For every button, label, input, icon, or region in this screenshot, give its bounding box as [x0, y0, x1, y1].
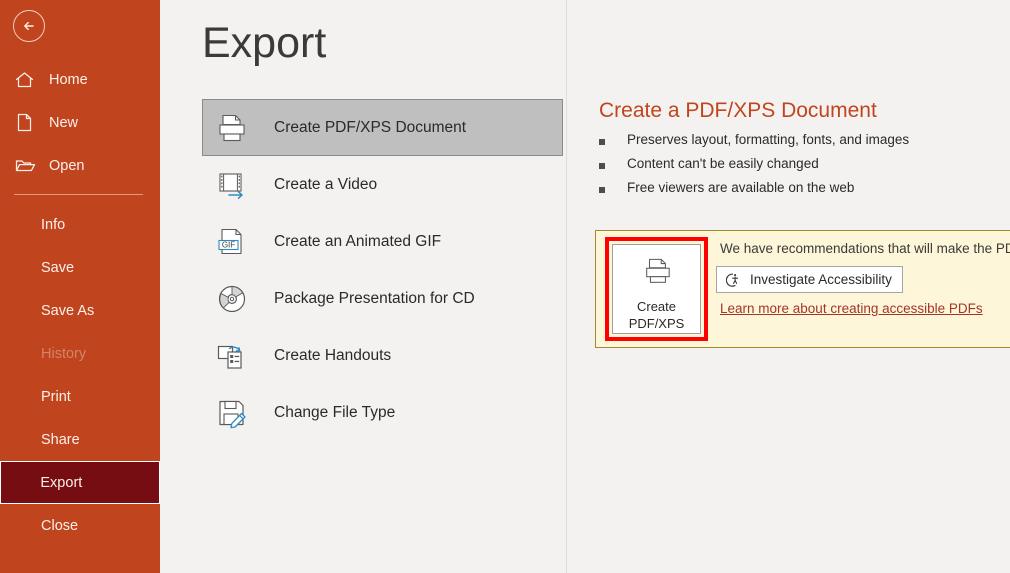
sidebar-item-label: Close [41, 517, 79, 534]
home-icon [14, 69, 40, 91]
bullet-square-icon [599, 163, 605, 169]
svg-text:GIF: GIF [222, 240, 235, 249]
sidebar-item-new[interactable]: New [0, 101, 160, 144]
export-option-create-pdf-xps-document[interactable]: Create PDF/XPS Document [202, 99, 563, 156]
sidebar-item-save[interactable]: Save [0, 246, 160, 289]
export-options-list: Create PDF/XPS Document Create a Video G… [202, 99, 563, 441]
bullet-square-icon [599, 139, 605, 145]
handouts-icon [212, 335, 252, 377]
bullet-text: Content can't be easily changed [627, 156, 819, 171]
detail-title: Create a PDF/XPS Document [599, 99, 877, 122]
page-title: Export [202, 19, 327, 67]
sidebar-item-close[interactable]: Close [0, 504, 160, 547]
sidebar-item-share[interactable]: Share [0, 418, 160, 461]
export-option-label: Create Handouts [274, 346, 392, 364]
create-pdf-xps-button[interactable]: Create PDF/XPS [612, 244, 701, 334]
sidebar-item-open[interactable]: Open [0, 144, 160, 187]
export-option-label: Create a Video [274, 175, 378, 193]
new-document-icon [14, 112, 40, 134]
export-option-label: Create an Animated GIF [274, 232, 442, 250]
cd-disc-icon [212, 278, 252, 320]
export-option-create-an-animated-gif[interactable]: GIF Create an Animated GIF [202, 213, 563, 270]
learn-more-link[interactable]: Learn more about creating accessible PDF… [720, 301, 983, 316]
list-item: Free viewers are available on the web [599, 180, 999, 204]
export-detail-column: Create a PDF/XPS Document Preserves layo… [567, 0, 1010, 573]
create-pdf-xps-highlight: Create PDF/XPS [605, 237, 708, 341]
detail-bullet-list: Preserves layout, formatting, fonts, and… [599, 132, 999, 204]
sidebar-item-label: Export [40, 474, 83, 491]
investigate-accessibility-button[interactable]: Investigate Accessibility [716, 266, 903, 293]
sidebar-item-label: Home [49, 71, 88, 88]
export-option-label: Package Presentation for CD [274, 289, 475, 307]
export-screen: Home New Open Info Save Save As History … [0, 0, 1010, 573]
export-option-create-a-video[interactable]: Create a Video [202, 156, 563, 213]
bullet-text: Free viewers are available on the web [627, 180, 855, 195]
export-option-label: Create PDF/XPS Document [274, 118, 467, 136]
sidebar-item-label: Save As [41, 302, 95, 319]
sidebar-item-export[interactable]: Export [0, 461, 160, 504]
export-option-create-handouts[interactable]: Create Handouts [202, 327, 563, 384]
export-option-label: Change File Type [274, 403, 396, 421]
pdf-printer-icon [212, 107, 252, 149]
sidebar-item-home[interactable]: Home [0, 58, 160, 101]
list-item: Content can't be easily changed [599, 156, 999, 180]
export-option-package-presentation-for-cd[interactable]: Package Presentation for CD [202, 270, 563, 327]
list-item: Preserves layout, formatting, fonts, and… [599, 132, 999, 156]
sidebar-item-history: History [0, 332, 160, 375]
accessibility-notification-panel: Create PDF/XPS We have recommendations t… [595, 230, 1010, 348]
create-pdf-xps-line1: Create [636, 299, 677, 314]
sidebar-item-label: Share [41, 431, 80, 448]
save-pencil-icon [212, 392, 252, 434]
sidebar-divider [14, 194, 143, 195]
pdf-printer-icon [641, 257, 673, 292]
backstage-sidebar: Home New Open Info Save Save As History … [0, 0, 160, 573]
sidebar-item-save-as[interactable]: Save As [0, 289, 160, 332]
gif-document-icon: GIF [212, 221, 252, 263]
back-arrow-circle-icon [21, 18, 37, 34]
sidebar-item-label: Info [41, 216, 66, 233]
sidebar-item-label: New [49, 114, 79, 131]
open-folder-icon [14, 155, 40, 177]
investigate-accessibility-label: Investigate Accessibility [750, 272, 892, 287]
notification-message: We have recommendations that will make t… [720, 241, 1010, 256]
back-button[interactable] [13, 10, 45, 42]
export-options-column: Export Create PDF/XPS Document Create a … [160, 0, 567, 573]
export-option-change-file-type[interactable]: Change File Type [202, 384, 563, 441]
sidebar-item-print[interactable]: Print [0, 375, 160, 418]
create-pdf-xps-line2: PDF/XPS [628, 316, 685, 331]
sidebar-secondary-group: Info Save Save As History Print Share Ex… [0, 203, 160, 547]
sidebar-item-label: Print [41, 388, 71, 405]
sidebar-item-label: Open [49, 157, 85, 174]
sidebar-item-label: History [41, 345, 87, 362]
bullet-square-icon [599, 187, 605, 193]
check-accessibility-icon [725, 271, 742, 288]
filmstrip-icon [212, 164, 252, 206]
backstage-main: Export Create PDF/XPS Document Create a … [160, 0, 1010, 573]
sidebar-item-info[interactable]: Info [0, 203, 160, 246]
sidebar-item-label: Save [41, 259, 75, 276]
bullet-text: Preserves layout, formatting, fonts, and… [627, 132, 910, 147]
